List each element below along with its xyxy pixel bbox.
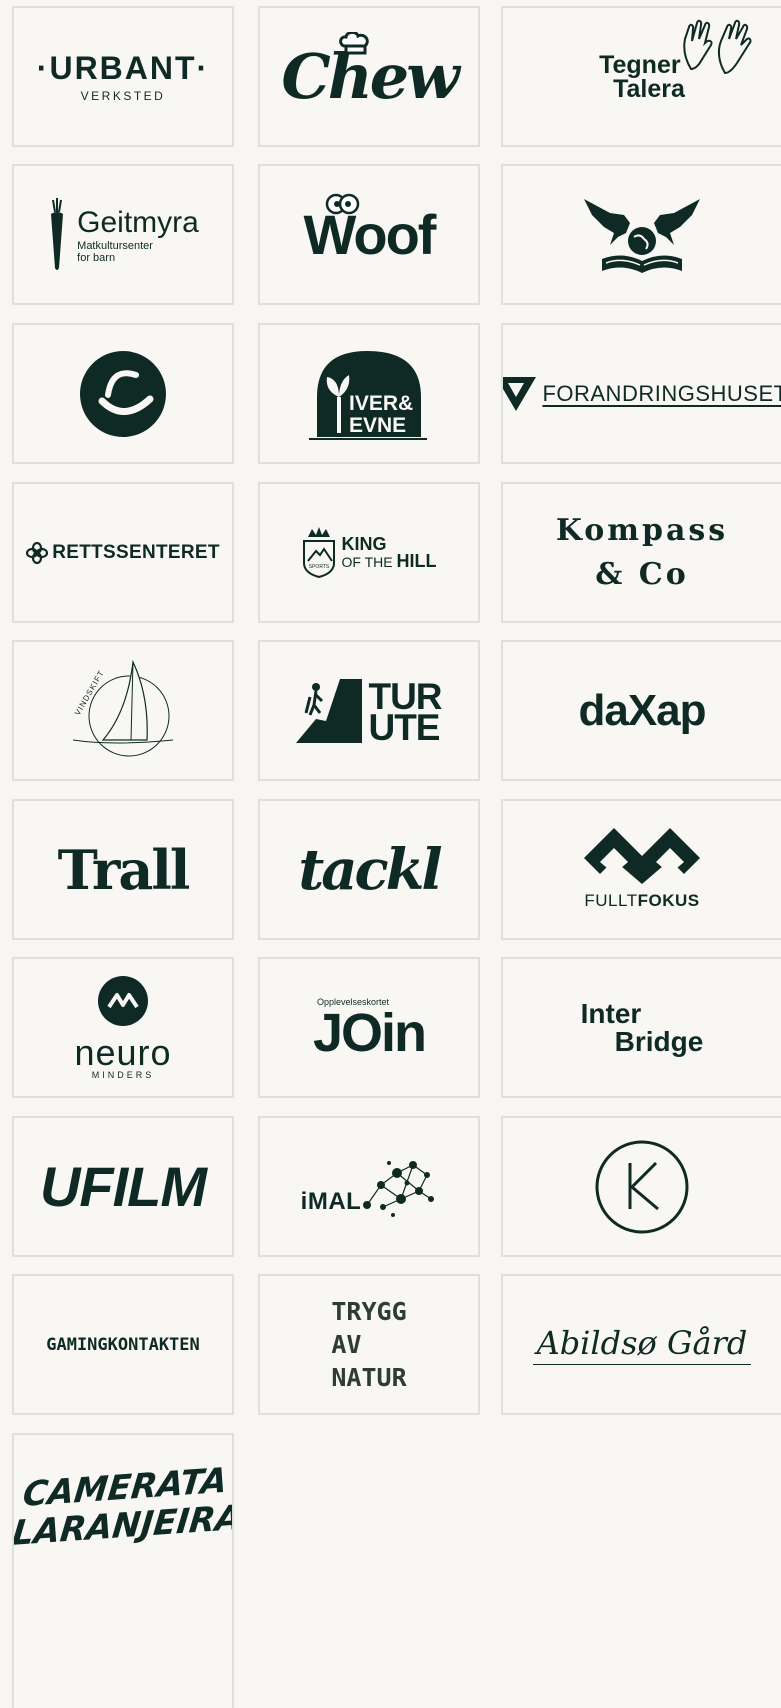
kompass-line-2: & Co [595, 556, 689, 592]
logo-tile-iver-evne[interactable]: IVER& EVNE [258, 323, 480, 464]
inter-line-1: Inter [580, 997, 642, 1029]
tur-line-2: UTE [368, 706, 440, 748]
logo-tile-k-circle[interactable] [501, 1116, 781, 1257]
join-wordmark: JOin [312, 1002, 427, 1063]
logo-tile-camerata[interactable]: CAMERATA LARANJEIRAS [12, 1433, 234, 1708]
logo-tile-join[interactable]: Opplevelseskortet JOin [258, 957, 480, 1098]
chef-hat-icon [339, 32, 370, 55]
fokus-text: FOKUS [637, 891, 700, 910]
network-dots-icon [363, 1160, 435, 1217]
crown-shield-icon: SPORTS [302, 526, 335, 578]
logo-tile-gamingkontakten[interactable]: GAMINGKONTAKTEN [12, 1274, 234, 1415]
imal-wordmark: iMAL [300, 1187, 362, 1215]
logo-tile-fullfokus[interactable]: FULLTFOKUS [501, 799, 781, 940]
ufilm-wordmark: UFILM [39, 1155, 207, 1218]
trygg-line-3: NATUR [331, 1363, 407, 1392]
logo-tile-tackl[interactable]: tackl [258, 799, 480, 940]
logo-tile-tur-ute[interactable]: TUR UTE [258, 640, 480, 781]
daxap-wordmark: daXap [578, 685, 706, 735]
m-circle-icon [97, 976, 148, 1026]
urbant-title: ·URBANT· [36, 50, 210, 86]
eagles-book-icon [584, 198, 700, 273]
carrot-icon [51, 197, 64, 270]
logo-tile-vindskift[interactable]: VINDSKIFT [12, 640, 234, 781]
logo-tile-neuro-minders[interactable]: neuro MINDERS [12, 957, 234, 1098]
geitmyra-sub-2: for barn [77, 251, 116, 264]
trygg-line-2: AV [331, 1330, 362, 1359]
trall-wordmark: Trall [57, 837, 191, 902]
k-circle-icon [595, 1140, 689, 1233]
rettssenteret-wordmark: RETTSSENTERET [52, 541, 220, 563]
tackl-wordmark: tackl [298, 836, 442, 903]
logo-tile-imal[interactable]: iMAL [258, 1116, 480, 1257]
triangle-icon [503, 376, 537, 411]
iver-line-1: IVER& [349, 392, 413, 415]
urbant-subtitle: VERKSTED [80, 89, 166, 103]
hands-icon [683, 19, 752, 74]
king-of-the: OF THE [341, 554, 393, 570]
tegner-line-2: Talera [613, 74, 685, 103]
logo-tile-interbridge[interactable]: Inter Bridge [501, 957, 781, 1098]
trygg-line-1: TRYGG [331, 1297, 407, 1326]
logo-tile-eagles[interactable] [501, 164, 781, 305]
logo-tile-ufilm[interactable]: UFILM [12, 1116, 234, 1257]
logo-grid: ·URBANT· VERKSTED Chew Tegner Talera Gei… [12, 6, 781, 1708]
logo-tile-daxap[interactable]: daXap [501, 640, 781, 781]
logo-tile-trygg-av-natur[interactable]: TRYGG AV NATUR [258, 1274, 480, 1415]
logo-tile-tegner[interactable]: Tegner Talera [501, 6, 781, 147]
logo-tile-urbant[interactable]: ·URBANT· VERKSTED [12, 6, 234, 147]
logo-tile-rettssenteret[interactable]: RETTSSENTERET [12, 482, 234, 623]
geitmyra-sub-1: Matkultursenter [77, 239, 153, 252]
dog-face-icon [325, 193, 359, 215]
double-chevron-icon [584, 828, 700, 884]
inter-line-2: Bridge [614, 1025, 704, 1057]
logo-tile-woof[interactable]: Woof [258, 164, 480, 305]
iver-evne-logo: IVER& EVNE [309, 350, 427, 440]
logo-tile-abildso[interactable]: Abildsø Gård [501, 1274, 781, 1415]
fullt-text: FULLT [584, 891, 638, 910]
neuro-wordmark: neuro [74, 1032, 172, 1073]
tegner-line-1: Tegner [599, 50, 681, 79]
iver-line-2: EVNE [349, 414, 406, 437]
logo-tile-geitmyra[interactable]: Geitmyra Matkultursenter for barn [12, 164, 234, 305]
logo-tile-kompass[interactable]: Kompass & Co [501, 482, 781, 623]
abildso-wordmark: Abildsø Gård [532, 1324, 752, 1365]
hiker-mountain-icon [296, 678, 363, 743]
king-badge: SPORTS [308, 564, 329, 570]
logo-tile-forandringshuset[interactable]: FORANDRINGSHUSET [501, 323, 781, 464]
e-circle-icon [80, 350, 166, 437]
gaming-wordmark: GAMINGKONTAKTEN [46, 1334, 200, 1355]
geitmyra-title: Geitmyra [77, 205, 199, 239]
logo-tile-e-circle[interactable] [12, 323, 234, 464]
logo-tile-king-of-the-hill[interactable]: SPORTS KING OF THE HILL [258, 482, 480, 623]
king-hill: HILL [396, 551, 437, 571]
sailboat-icon: VINDSKIFT [73, 659, 173, 756]
forandringshuset-wordmark: FORANDRINGSHUSET [542, 380, 781, 406]
logo-tile-chew[interactable]: Chew [258, 6, 480, 147]
logo-tile-trall[interactable]: Trall [12, 799, 234, 940]
flower-knot-icon [26, 541, 49, 564]
kompass-line-1: Kompass [555, 512, 729, 548]
